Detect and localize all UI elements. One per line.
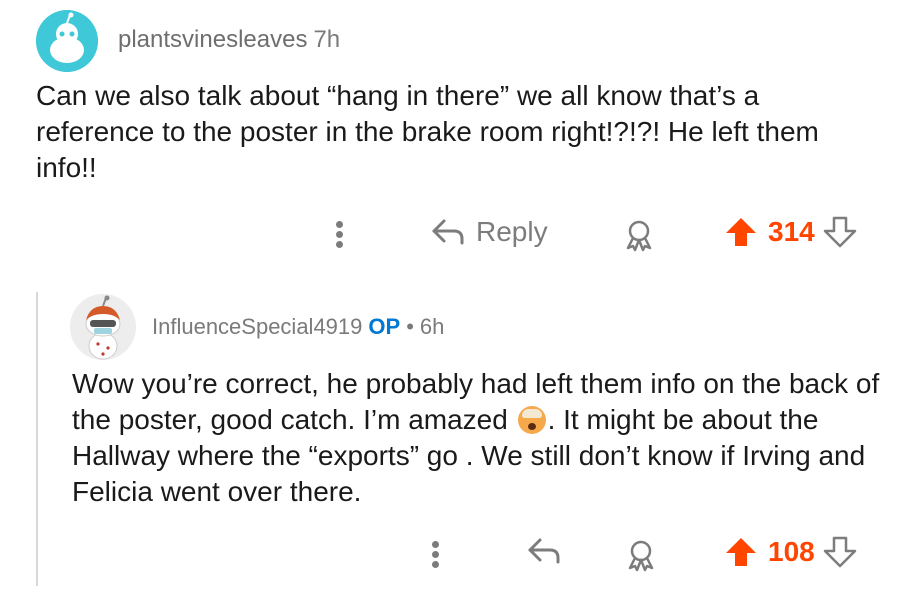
- vote-score: 314: [768, 216, 815, 247]
- username[interactable]: InfluenceSpecial4919: [152, 314, 362, 339]
- reply-arrow-icon: [528, 538, 560, 564]
- separator: •: [406, 314, 414, 339]
- timestamp: 6h: [419, 314, 445, 339]
- vote-score: 108: [768, 536, 815, 567]
- avatar[interactable]: [70, 294, 136, 360]
- award-button[interactable]: [622, 218, 656, 252]
- downvote-arrow-icon[interactable]: [823, 536, 857, 568]
- reply-button[interactable]: [526, 536, 562, 566]
- vote-controls: 108: [724, 536, 857, 568]
- more-vertical-icon: [336, 218, 346, 251]
- comment-body: Can we also talk about “hang in there” w…: [36, 80, 819, 183]
- author-row: plantsvinesleaves 7h: [118, 26, 340, 54]
- snoo-avatar-icon: [36, 10, 98, 72]
- top-comment: plantsvinesleaves 7h Can we also talk abo…: [0, 0, 920, 290]
- comment-actions: 108: [0, 532, 920, 582]
- author-row: InfluenceSpecial4919 OP • 6h: [152, 314, 444, 340]
- username[interactable]: plantsvinesleaves: [118, 26, 307, 53]
- op-badge: OP: [368, 314, 401, 339]
- avatar[interactable]: [36, 10, 98, 72]
- more-vertical-icon: [432, 538, 442, 571]
- reply-label: Reply: [476, 216, 548, 247]
- award-icon: [628, 540, 654, 572]
- upvote-arrow-icon[interactable]: [724, 216, 758, 248]
- upvote-arrow-icon[interactable]: [724, 536, 758, 568]
- more-options-button[interactable]: [432, 538, 442, 571]
- award-icon: [626, 220, 652, 252]
- comment-actions: Reply 314: [0, 212, 920, 262]
- custom-snoo-avatar-icon: [70, 294, 136, 360]
- timestamp: 7h: [313, 26, 341, 53]
- comment-body: Wow you’re correct, he probably had left…: [72, 366, 892, 510]
- award-button[interactable]: [624, 538, 658, 572]
- reply-button[interactable]: Reply: [430, 216, 548, 248]
- exploding-head-emoji-icon: [517, 406, 546, 434]
- vote-controls: 314: [724, 216, 857, 248]
- downvote-arrow-icon[interactable]: [823, 216, 857, 248]
- more-options-button[interactable]: [336, 218, 346, 251]
- reply-arrow-icon: [432, 219, 464, 245]
